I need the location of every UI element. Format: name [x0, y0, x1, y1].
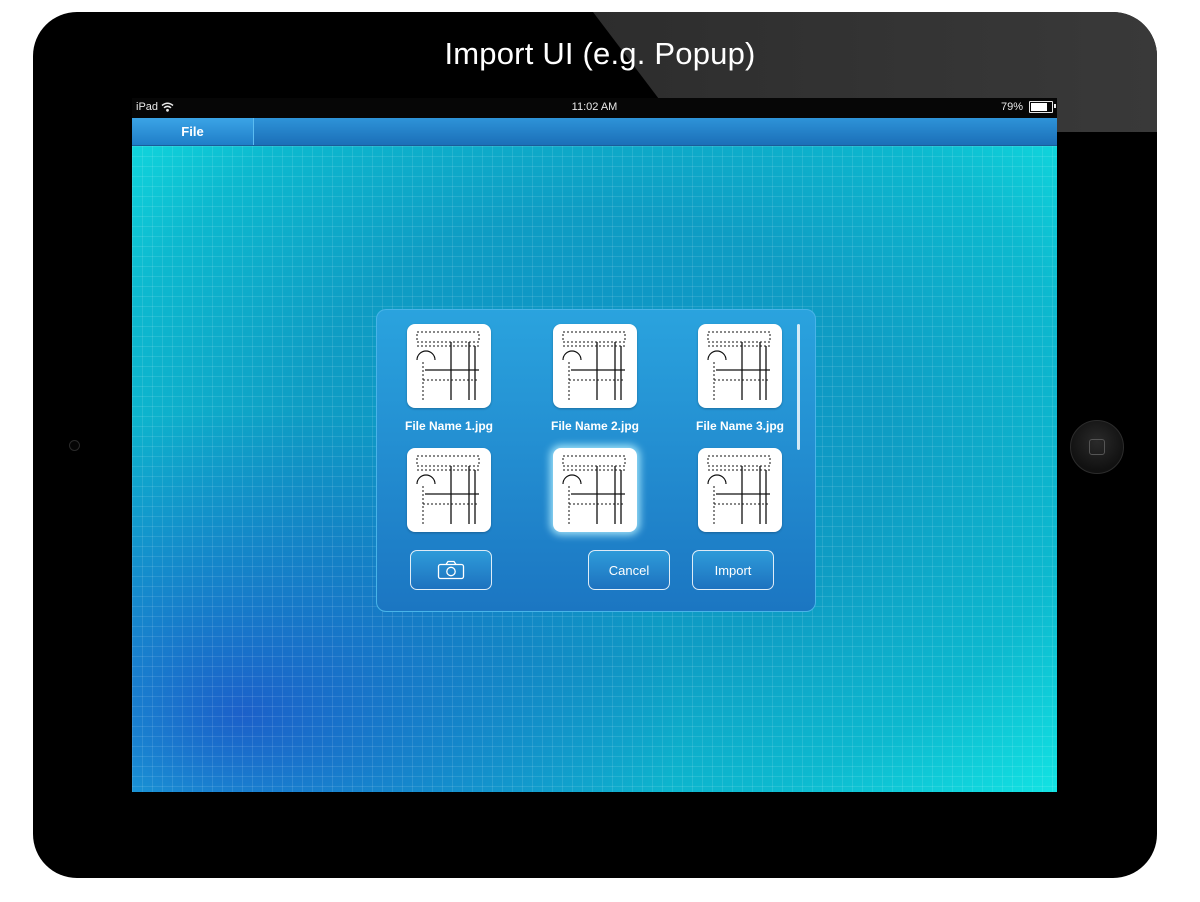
battery-icon [1029, 101, 1056, 113]
file-name: File Name 2.jpg [550, 419, 640, 433]
grid-canvas[interactable]: File Name 1.jpg File Name 2.jpg File Nam… [132, 146, 1057, 792]
floor-plan-sketch-icon [562, 331, 626, 402]
status-time: 11:02 AM [571, 101, 618, 113]
file-thumbnail[interactable] [553, 324, 637, 408]
home-square-icon [1089, 439, 1105, 455]
floor-plan-sketch-icon [562, 455, 626, 526]
camera-button[interactable] [410, 550, 492, 590]
import-button[interactable]: Import [692, 550, 774, 590]
file-thumbnail[interactable] [698, 324, 782, 408]
file-item-6[interactable] [680, 448, 800, 532]
file-name: File Name 1.jpg [404, 419, 494, 433]
floor-plan-sketch-icon [416, 331, 480, 402]
file-menu-button[interactable]: File [132, 118, 254, 145]
battery-percent: 79% [1000, 101, 1023, 113]
file-item-1[interactable]: File Name 1.jpg [389, 324, 509, 433]
front-camera [69, 440, 80, 451]
file-item-4[interactable] [389, 448, 509, 532]
home-button[interactable] [1070, 420, 1124, 474]
file-name: File Name 3.jpg [695, 419, 785, 433]
import-popup: File Name 1.jpg File Name 2.jpg File Nam… [376, 309, 816, 612]
file-item-2[interactable]: File Name 2.jpg [535, 324, 655, 433]
status-bar: iPad 11:02 AM 79% [132, 98, 1057, 118]
file-thumbnail-selected[interactable] [553, 448, 637, 532]
camera-icon [437, 560, 465, 580]
menu-bar: File [132, 118, 1057, 146]
floor-plan-sketch-icon [707, 455, 771, 526]
floor-plan-sketch-icon [707, 331, 771, 402]
file-thumbnail[interactable] [698, 448, 782, 532]
file-item-5[interactable] [535, 448, 655, 532]
battery-fill [1031, 103, 1047, 111]
ipad-screen: iPad 11:02 AM 79% File File Name 1.jpg F… [132, 98, 1057, 792]
file-thumbnail[interactable] [407, 448, 491, 532]
mockup-title: Import UI (e.g. Popup) [444, 36, 756, 71]
file-thumbnail[interactable] [407, 324, 491, 408]
status-battery: 79% [1000, 101, 1056, 113]
floor-plan-sketch-icon [416, 455, 480, 526]
cancel-button[interactable]: Cancel [588, 550, 670, 590]
file-item-3[interactable]: File Name 3.jpg [680, 324, 800, 433]
